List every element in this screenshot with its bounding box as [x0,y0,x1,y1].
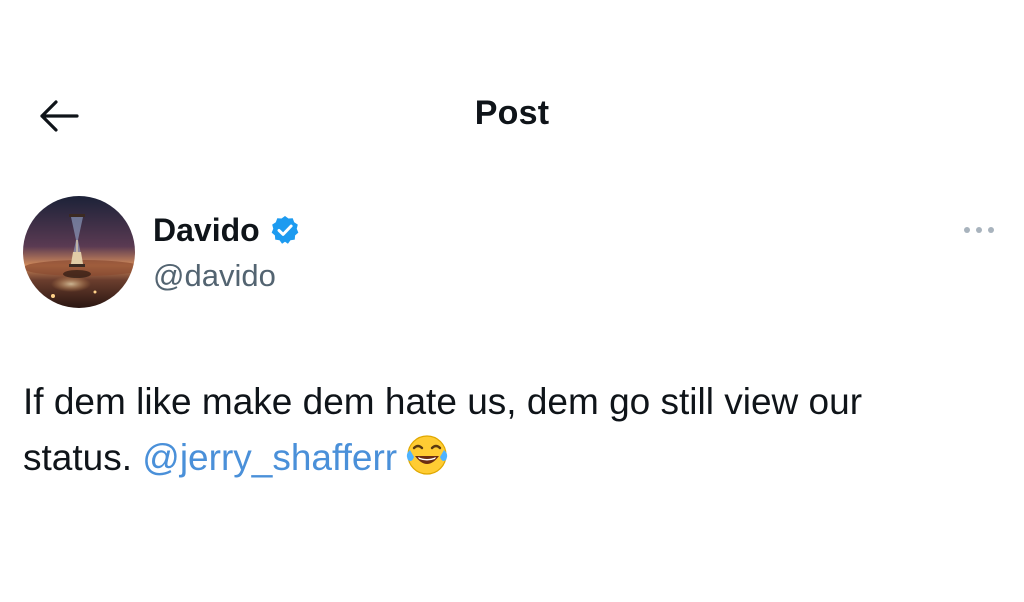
top-bar: Post [0,78,1024,154]
author-name-line: Davido [153,210,301,250]
more-options-button[interactable] [957,218,1001,242]
page-title: Post [474,94,550,132]
post-author: Davido @davido [23,196,1003,312]
author-info: Davido @davido [153,210,301,294]
avatar[interactable] [23,196,135,308]
more-horizontal-icon [964,227,994,233]
mention-link[interactable]: @jerry_shafferr [142,437,397,478]
verified-badge-icon[interactable] [269,214,301,246]
post-text-line-1: If dem like make dem hate us, dem go sti… [23,381,863,422]
post-text-status: status. [23,437,132,478]
post-text: If dem like make dem hate us, dem go sti… [23,374,1003,486]
post-text-line-2: status. @jerry_shafferr [23,430,1003,486]
face-with-tears-of-joy-emoji-icon [403,430,451,478]
author-handle[interactable]: @davido [153,258,301,294]
hourglass-desert-avatar [23,196,135,308]
author-display-name[interactable]: Davido [153,212,260,249]
